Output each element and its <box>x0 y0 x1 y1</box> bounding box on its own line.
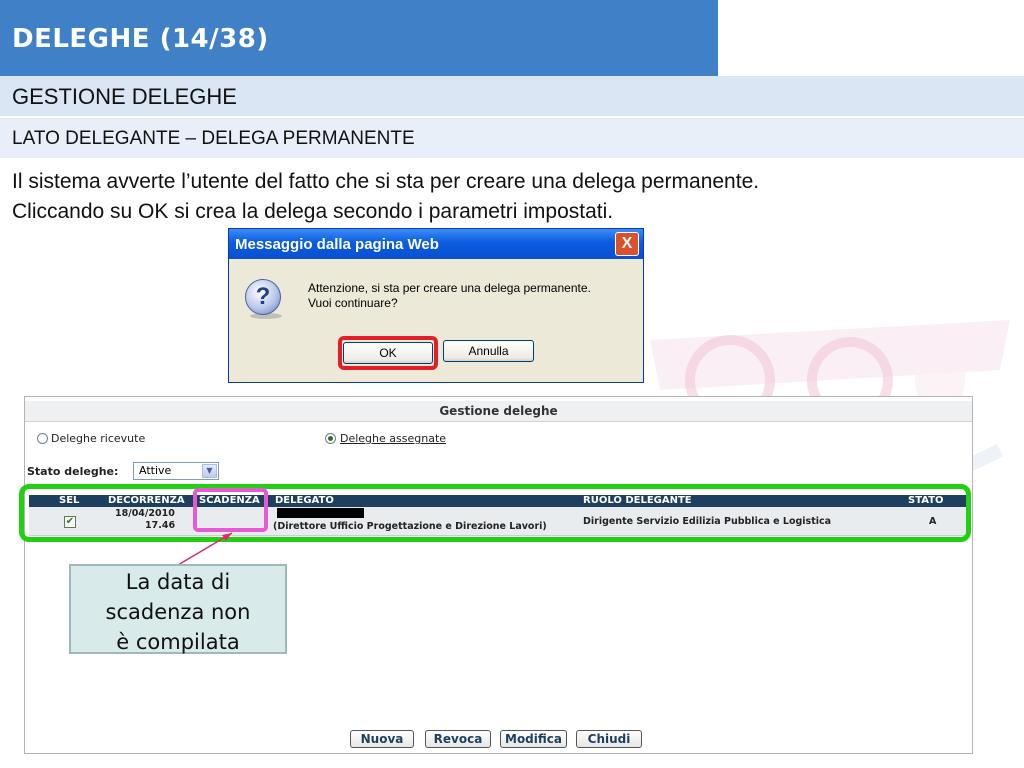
radio-deleghe-assegnate-label: Deleghe assegnate <box>340 432 447 445</box>
slide-title: DELEGHE (14/38) <box>12 24 269 54</box>
close-icon[interactable]: X <box>615 232 639 256</box>
dialog-titlebar: Messaggio dalla pagina Web X <box>229 229 643 259</box>
callout-line-1: La data di <box>125 570 231 594</box>
slide-title-bar: DELEGHE (14/38) <box>0 0 718 76</box>
subsection-bar: LATO DELEGANTE – DELEGA PERMANENTE <box>0 118 1024 158</box>
dialog-message-line-2: Vuoi continuare? <box>308 296 398 310</box>
annotation-callout: La data di scadenza non è compilata <box>69 564 287 654</box>
dialog-title: Messaggio dalla pagina Web <box>235 236 439 253</box>
intro-text: Il sistema avverte l’utente del fatto ch… <box>12 167 759 227</box>
callout-line-2: scadenza non <box>105 600 251 624</box>
question-icon: ? <box>245 279 281 315</box>
cancel-button[interactable]: Annulla <box>443 340 534 362</box>
radio-deleghe-ricevute[interactable] <box>37 433 48 444</box>
radio-deleghe-ricevute-label: Deleghe ricevute <box>51 432 146 445</box>
row-highlight <box>19 484 971 542</box>
status-select[interactable]: Attive ▼ <box>133 462 219 480</box>
ok-highlight <box>338 336 438 370</box>
section-title: GESTIONE DELEGHE <box>12 84 237 109</box>
panel-title: Gestione deleghe <box>25 401 972 422</box>
dialog-message-line-1: Attenzione, si sta per creare una delega… <box>308 281 591 295</box>
intro-line-1: Il sistema avverte l’utente del fatto ch… <box>12 170 760 193</box>
intro-line-2: Cliccando su OK si crea la delega second… <box>12 200 614 223</box>
callout-line-3: è compilata <box>116 630 240 654</box>
dialog-body: ? Attenzione, si sta per creare una dele… <box>232 259 640 379</box>
scadenza-highlight <box>193 488 268 532</box>
chiudi-button[interactable]: Chiudi <box>576 730 642 748</box>
chevron-down-icon[interactable]: ▼ <box>202 464 217 478</box>
subsection-title: LATO DELEGANTE – DELEGA PERMANENTE <box>12 128 415 149</box>
status-select-value: Attive <box>139 464 172 477</box>
nuova-button[interactable]: Nuova <box>350 730 414 748</box>
dialog-message: Attenzione, si sta per creare una delega… <box>308 281 591 311</box>
status-label: Stato deleghe: <box>27 465 119 478</box>
section-bar: GESTIONE DELEGHE <box>0 76 1024 116</box>
modifica-button[interactable]: Modifica <box>500 730 567 748</box>
confirm-dialog: Messaggio dalla pagina Web X ? Attenzion… <box>228 228 644 383</box>
revoca-button[interactable]: Revoca <box>425 730 491 748</box>
radio-deleghe-assegnate[interactable] <box>325 433 336 444</box>
